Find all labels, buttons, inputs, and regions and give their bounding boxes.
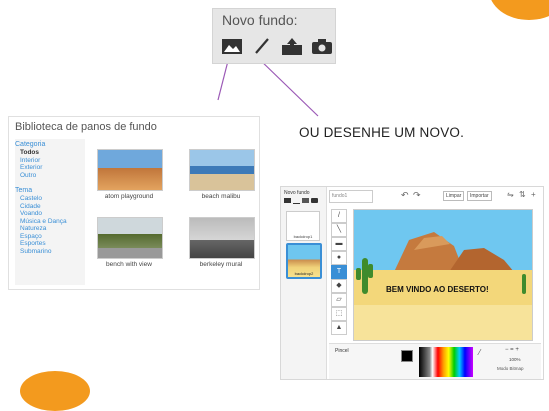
- fill-tool-icon[interactable]: ◆: [331, 279, 347, 293]
- thumb-caption: beach malibu: [201, 193, 241, 200]
- undo-icon[interactable]: ↶: [401, 190, 409, 201]
- text-tool-icon[interactable]: T: [331, 265, 347, 279]
- new-backdrop-panel: Novo fundo:: [212, 8, 336, 64]
- rectangle-tool-icon[interactable]: ▬: [331, 237, 347, 251]
- line-tool-icon[interactable]: ╲: [331, 223, 347, 237]
- color-palette-bar: Pincel ⁄ − = + 100% Modo Bitmap: [329, 343, 541, 379]
- theme-item[interactable]: Voando: [20, 210, 85, 218]
- category-other[interactable]: Outro: [20, 172, 85, 180]
- thumb-atom-playground[interactable]: [97, 149, 163, 191]
- thumb-caption: berkeley mural: [199, 261, 243, 268]
- library-title: Biblioteca de panos de fundo: [15, 121, 157, 133]
- flip-vertical-icon[interactable]: ⇅: [519, 190, 526, 199]
- backdrop-list: Novo fundo backdrop1 backdrop2: [281, 187, 327, 379]
- stamp-tool-icon[interactable]: ▲: [331, 321, 347, 335]
- brush-icon[interactable]: [293, 198, 300, 204]
- theme-item[interactable]: Natureza: [20, 225, 85, 233]
- brush-size-label: Pincel: [335, 348, 349, 354]
- thumb-bench-with-view[interactable]: [97, 217, 163, 259]
- category-all[interactable]: Todos: [20, 149, 85, 157]
- backdrop-thumb-2[interactable]: backdrop2: [286, 243, 322, 279]
- theme-item[interactable]: Música e Dança: [20, 218, 85, 226]
- redo-icon[interactable]: ↷: [413, 190, 421, 201]
- upload-icon[interactable]: [302, 198, 309, 203]
- panel-title: Novo fundo: [284, 190, 310, 196]
- category-indoors[interactable]: Interior: [20, 157, 85, 165]
- mode-label[interactable]: Modo Bitmap: [497, 366, 524, 371]
- ellipse-tool-icon[interactable]: ●: [331, 251, 347, 265]
- new-backdrop-title: Novo fundo:: [222, 12, 298, 28]
- brush-icon[interactable]: [251, 37, 273, 55]
- zoom-level: 100%: [509, 357, 521, 362]
- brush-tool-icon[interactable]: /: [331, 209, 347, 223]
- select-tool-icon[interactable]: ⬚: [331, 307, 347, 321]
- camera-icon[interactable]: [311, 37, 333, 55]
- theme-item[interactable]: Esportes: [20, 240, 85, 248]
- camera-icon[interactable]: [311, 198, 318, 203]
- image-icon[interactable]: [221, 37, 243, 55]
- eyedropper-icon[interactable]: ⁄: [479, 348, 480, 357]
- image-icon[interactable]: [284, 198, 291, 203]
- thumb-caption: atom playground: [104, 193, 154, 200]
- paint-editor: Novo fundo backdrop1 backdrop2 fundo1 ↶ …: [280, 186, 544, 380]
- backdrop-thumb-1[interactable]: backdrop1: [286, 211, 320, 241]
- theme-heading: Tema: [15, 187, 33, 194]
- library-sidebar: Categoria Todos Interior Exterior Outro …: [15, 139, 85, 285]
- theme-item[interactable]: Espaço: [20, 233, 85, 241]
- import-button[interactable]: Importar: [467, 191, 492, 201]
- upload-icon[interactable]: [281, 37, 303, 55]
- theme-item[interactable]: Submarino: [20, 248, 85, 256]
- desert-scene: BEM VINDO AO DESERTO!: [354, 210, 532, 340]
- costume-name-input[interactable]: fundo1: [329, 190, 373, 203]
- drawing-canvas[interactable]: BEM VINDO AO DESERTO!: [353, 209, 533, 341]
- backdrop-thumb-label: backdrop2: [294, 271, 314, 276]
- zoom-controls[interactable]: − = +: [505, 347, 519, 353]
- color-grid[interactable]: [419, 347, 473, 377]
- canvas-welcome-text: BEM VINDO AO DESERTO!: [386, 285, 489, 294]
- category-outdoors[interactable]: Exterior: [20, 164, 85, 172]
- eraser-tool-icon[interactable]: ▱: [331, 293, 347, 307]
- editor-top-bar: fundo1 ↶ ↷ Limpar Importar ⇋ ⇅ +: [329, 190, 541, 204]
- backdrop-library: Biblioteca de panos de fundo Categoria T…: [8, 116, 260, 290]
- flip-icon[interactable]: ⇋: [507, 190, 514, 199]
- pointer-line-paint: [256, 56, 319, 117]
- thumb-berkeley-mural[interactable]: [189, 217, 255, 259]
- draw-new-caption: OU DESENHE UM NOVO.: [299, 125, 465, 140]
- thumb-caption: bench with view: [106, 261, 152, 268]
- center-icon[interactable]: +: [531, 190, 536, 199]
- backdrop-thumb-label: backdrop1: [293, 234, 313, 239]
- category-heading: Categoria: [15, 141, 46, 148]
- clear-button[interactable]: Limpar: [443, 191, 465, 201]
- theme-item[interactable]: Cidade: [20, 203, 85, 211]
- theme-item[interactable]: Castelo: [20, 195, 85, 203]
- current-color-swatch[interactable]: [401, 350, 413, 362]
- thumb-beach-malibu[interactable]: [189, 149, 255, 191]
